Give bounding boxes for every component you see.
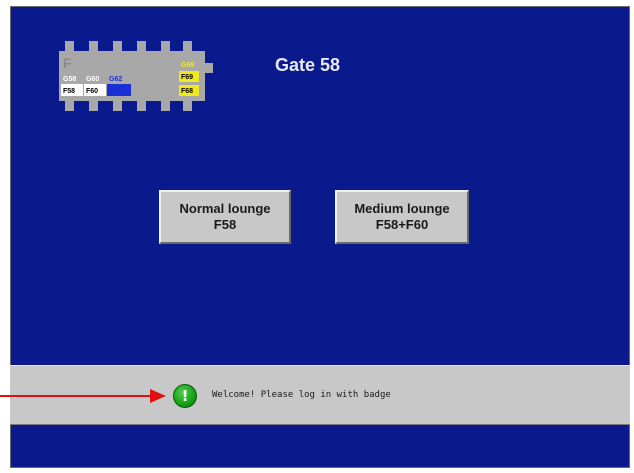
gate-map-label-g62: G62: [109, 76, 122, 83]
gate-map: F G58 G60 G62 F58 F60 F62 G69 F69 F68: [59, 41, 213, 111]
gate-title: Gate 58: [275, 55, 341, 75]
annotation-arrow-icon: [0, 389, 166, 403]
gate-map-top-teeth: [65, 41, 192, 52]
normal-lounge-gates: F58: [213, 217, 237, 232]
gate-map-label-f58: F58: [63, 88, 75, 95]
status-message: Welcome! Please log in with badge: [212, 390, 391, 400]
gate-map-label-f60: F60: [86, 88, 98, 95]
medium-lounge-gates: F58+F60: [375, 217, 429, 232]
medium-lounge-label: Medium lounge: [354, 201, 450, 216]
gate-map-area-letter: F: [63, 55, 72, 71]
normal-lounge-button[interactable]: Normal lounge F58: [159, 190, 291, 244]
medium-lounge-button[interactable]: Medium lounge F58+F60: [335, 190, 469, 244]
gate-map-label-g60: G60: [86, 76, 99, 83]
gate-map-label-g58: G58: [63, 76, 76, 83]
gate-map-label-g69: G69: [181, 62, 194, 69]
gate-map-label-f69: F69: [181, 74, 193, 81]
gate-map-label-f68: F68: [181, 88, 193, 95]
exclamation-icon: !: [173, 384, 197, 408]
normal-lounge-label: Normal lounge: [179, 201, 271, 216]
gate-map-label-f62: F62: [109, 88, 121, 95]
